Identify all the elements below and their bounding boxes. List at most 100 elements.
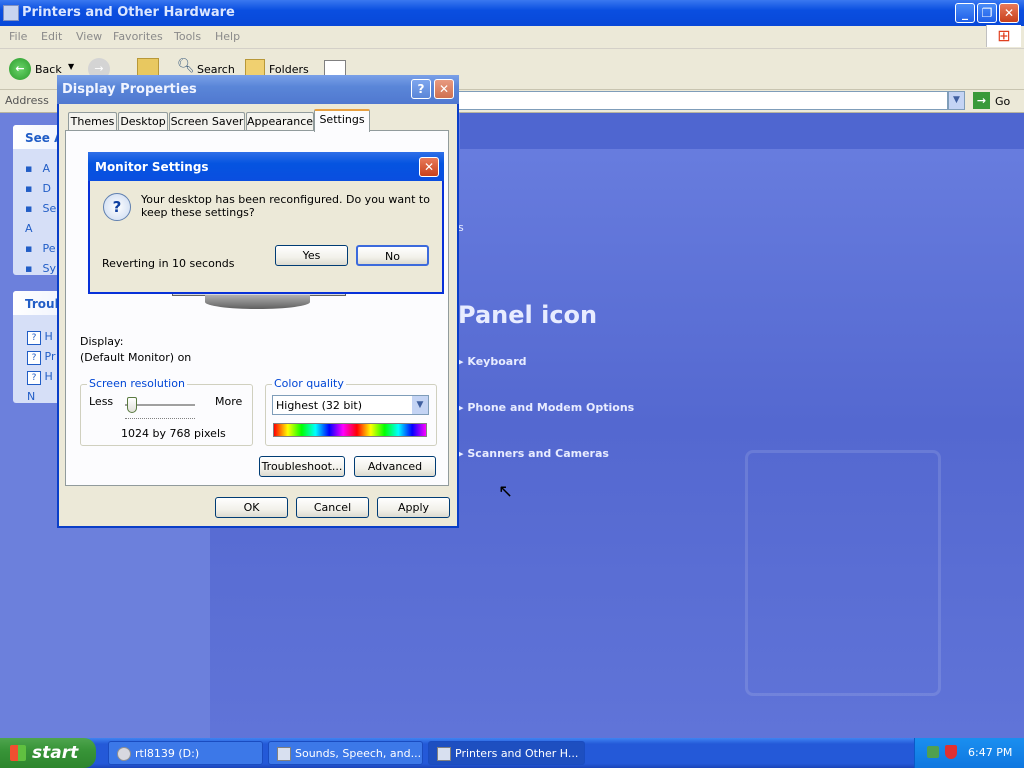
help-icon: ? bbox=[27, 331, 41, 345]
control-panel-icon bbox=[437, 747, 451, 761]
control-panel-item-phone-modem[interactable]: ▸ Phone and Modem Options bbox=[458, 401, 634, 414]
troubleshooter-item[interactable]: ? Pr bbox=[27, 347, 55, 367]
see-also-item[interactable]: ▪ Pe bbox=[25, 239, 56, 259]
taskbar-item-rtl8139[interactable]: rtl8139 (D:) bbox=[108, 741, 263, 765]
tab-desktop[interactable]: Desktop bbox=[118, 112, 168, 131]
panel-icon-heading: Panel icon bbox=[458, 301, 598, 329]
resolution-less-label: Less bbox=[89, 395, 114, 408]
taskbar-item-label: Sounds, Speech, and... bbox=[295, 747, 422, 760]
menu-edit[interactable]: Edit bbox=[41, 30, 62, 43]
hardware-icon: ▪ bbox=[25, 162, 33, 175]
monitor-settings-message: Your desktop has been reconfigured. Do y… bbox=[141, 193, 430, 219]
go-arrow-icon[interactable]: → bbox=[973, 92, 990, 109]
taskbar-item-printers[interactable]: Printers and Other H... bbox=[428, 741, 585, 765]
monitor-settings-title: Monitor Settings bbox=[95, 160, 209, 174]
display-properties-titlebar[interactable]: Display Properties ? ✕ bbox=[57, 75, 459, 104]
resolution-value: 1024 by 768 pixels bbox=[121, 427, 226, 440]
power-icon: ▪ bbox=[25, 242, 33, 255]
resolution-slider-ticks bbox=[125, 418, 195, 422]
help-button[interactable]: ? bbox=[411, 79, 431, 99]
troubleshooters-list: ? H ? Pr ? H N bbox=[27, 327, 55, 407]
control-panel-icon bbox=[277, 747, 291, 761]
back-arrow-icon[interactable]: ← bbox=[9, 58, 31, 80]
menu-file[interactable]: File bbox=[9, 30, 27, 43]
see-also-list: ▪ A ▪ D ▪ Se A ▪ Pe ▪ Sy bbox=[25, 159, 56, 279]
menu-bar: File Edit View Favorites Tools Help ⊞ bbox=[0, 25, 1024, 49]
address-input[interactable] bbox=[458, 91, 948, 110]
start-button[interactable]: start bbox=[0, 738, 96, 768]
taskbar-item-label: rtl8139 (D:) bbox=[135, 747, 200, 760]
network-tray-icon[interactable] bbox=[927, 746, 939, 758]
resolution-more-label: More bbox=[215, 395, 243, 408]
menu-favorites[interactable]: Favorites bbox=[113, 30, 163, 43]
main-window-title: Printers and Other Hardware bbox=[22, 5, 235, 20]
help-icon: ? bbox=[27, 351, 41, 365]
color-quality-group: Color quality Highest (32 bit) ▼ bbox=[265, 377, 437, 446]
see-also-item[interactable]: ▪ D bbox=[25, 179, 56, 199]
watermark-checklist-icon bbox=[745, 450, 941, 696]
monitor-settings-close-button[interactable]: ✕ bbox=[419, 157, 439, 177]
search-icon[interactable]: 🔍︎ bbox=[177, 58, 195, 74]
color-quality-label: Color quality bbox=[272, 377, 346, 390]
control-panel-item-scanners[interactable]: ▸ Scanners and Cameras bbox=[458, 447, 609, 460]
system-tray: 6:47 PM bbox=[914, 738, 1024, 768]
yes-button[interactable]: Yes bbox=[275, 245, 348, 266]
content-header-band bbox=[460, 113, 1024, 149]
tab-screen-saver[interactable]: Screen Saver bbox=[169, 112, 245, 131]
see-also-item[interactable]: ▪ Se A bbox=[25, 199, 56, 239]
monitor-stand bbox=[205, 295, 310, 309]
ok-button[interactable]: OK bbox=[215, 497, 288, 518]
menu-tools[interactable]: Tools bbox=[174, 30, 201, 43]
display-label: Display: bbox=[80, 335, 124, 348]
chevron-down-icon[interactable]: ▼ bbox=[412, 396, 428, 414]
main-window-titlebar[interactable]: Printers and Other Hardware _ ❐ ✕ bbox=[0, 0, 1024, 26]
address-label: Address bbox=[5, 94, 49, 107]
help-icon: ? bbox=[27, 371, 41, 385]
menu-help[interactable]: Help bbox=[215, 30, 240, 43]
see-also-item[interactable]: ▪ Sy bbox=[25, 259, 56, 279]
close-button[interactable]: ✕ bbox=[999, 3, 1019, 23]
maximize-button[interactable]: ❐ bbox=[977, 3, 997, 23]
tab-appearance[interactable]: Appearance bbox=[246, 112, 314, 131]
back-dropdown-icon[interactable]: ▼ bbox=[68, 62, 74, 71]
minimize-button[interactable]: _ bbox=[955, 3, 975, 23]
taskbar-item-label: Printers and Other H... bbox=[455, 747, 579, 760]
troubleshooter-item[interactable]: ? H bbox=[27, 327, 55, 347]
apply-button[interactable]: Apply bbox=[377, 497, 450, 518]
control-panel-item-keyboard[interactable]: ▸ Keyboard bbox=[458, 355, 527, 368]
see-also-item[interactable]: ▪ A bbox=[25, 159, 56, 179]
troubleshoot-button[interactable]: Troubleshoot... bbox=[259, 456, 345, 477]
windows-logo-icon: ⊞ bbox=[986, 25, 1021, 47]
monitor-settings-titlebar[interactable]: Monitor Settings ✕ bbox=[88, 152, 444, 181]
hardware-icon: ▪ bbox=[25, 182, 33, 195]
color-quality-select[interactable]: Highest (32 bit) ▼ bbox=[272, 395, 429, 415]
color-quality-selected: Highest (32 bit) bbox=[276, 399, 363, 412]
menu-view[interactable]: View bbox=[76, 30, 102, 43]
start-label: start bbox=[32, 743, 79, 763]
screen-resolution-group: Screen resolution Less More 1024 by 768 … bbox=[80, 377, 253, 446]
screen-resolution-label: Screen resolution bbox=[87, 377, 187, 390]
cancel-button[interactable]: Cancel bbox=[296, 497, 369, 518]
sound-icon: ▪ bbox=[25, 202, 33, 215]
taskbar-item-sounds[interactable]: Sounds, Speech, and... bbox=[268, 741, 423, 765]
revert-countdown: Reverting in 10 seconds bbox=[102, 257, 235, 270]
no-button[interactable]: No bbox=[356, 245, 429, 266]
display-value: (Default Monitor) on bbox=[80, 351, 192, 364]
tab-settings[interactable]: Settings bbox=[314, 109, 370, 132]
troubleshooter-item[interactable]: ? H N bbox=[27, 367, 55, 407]
tab-themes[interactable]: Themes bbox=[68, 112, 117, 131]
cd-drive-icon bbox=[117, 747, 131, 761]
clock[interactable]: 6:47 PM bbox=[968, 746, 1012, 759]
dialog-close-button[interactable]: ✕ bbox=[434, 79, 454, 99]
question-icon: ? bbox=[103, 193, 131, 221]
folder-icon bbox=[3, 5, 19, 21]
mouse-cursor-icon: ↖ bbox=[498, 481, 514, 502]
advanced-button[interactable]: Advanced bbox=[354, 456, 436, 477]
security-shield-icon[interactable] bbox=[945, 745, 957, 759]
color-spectrum-bar bbox=[273, 423, 427, 437]
system-icon: ▪ bbox=[25, 262, 33, 275]
go-button-label[interactable]: Go bbox=[995, 95, 1010, 108]
resolution-slider-thumb[interactable] bbox=[127, 397, 137, 413]
windows-flag-icon bbox=[10, 745, 26, 761]
address-dropdown-icon[interactable]: ▼ bbox=[948, 91, 965, 110]
